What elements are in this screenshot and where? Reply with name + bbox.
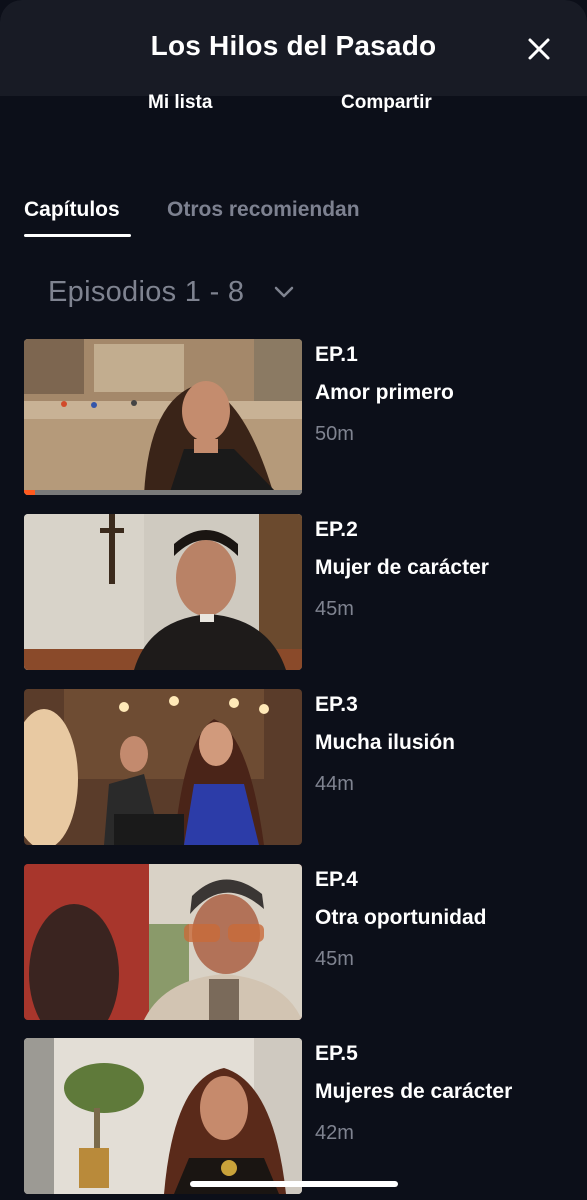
share-button[interactable]: Compartir: [341, 92, 432, 114]
episode-number: EP.5: [315, 1042, 358, 1065]
episode-item[interactable]: EP.2 Mujer de carácter 45m: [24, 514, 564, 670]
episode-duration: 50m: [315, 423, 354, 445]
sheet-header: Los Hilos del Pasado: [0, 0, 587, 96]
episode-thumbnail: [24, 1038, 302, 1194]
episode-range-label: Episodios 1 - 8: [48, 275, 245, 308]
episode-item[interactable]: EP.3 Mucha ilusión 44m: [24, 689, 564, 845]
episode-thumbnail: [24, 514, 302, 670]
episode-title: Mujeres de carácter: [315, 1080, 513, 1103]
episode-duration: 45m: [315, 948, 354, 970]
episode-number: EP.2: [315, 518, 358, 541]
episode-thumbnail: [24, 689, 302, 845]
episode-title: Mucha ilusión: [315, 731, 456, 754]
episode-duration: 44m: [315, 773, 354, 795]
tab-chapters[interactable]: Capítulos: [24, 198, 120, 222]
episode-title: Mujer de carácter: [315, 556, 489, 579]
episodes-sheet: Los Hilos del Pasado Mi lista Compartir …: [0, 0, 587, 1200]
action-row: Mi lista Compartir: [0, 92, 587, 122]
home-indicator: [190, 1181, 398, 1187]
episode-range-dropdown[interactable]: Episodios 1 - 8: [48, 270, 294, 314]
episode-thumbnail: [24, 339, 302, 495]
watch-progress-fill: [24, 490, 36, 495]
episode-item[interactable]: EP.5 Mujeres de carácter 42m: [24, 1038, 564, 1194]
episode-duration: 42m: [315, 1122, 354, 1144]
episode-duration: 45m: [315, 598, 354, 620]
show-title: Los Hilos del Pasado: [150, 30, 437, 61]
tab-recommendations[interactable]: Otros recomiendan: [167, 198, 360, 222]
episode-title: Amor primero: [315, 381, 454, 404]
my-list-button[interactable]: Mi lista: [148, 92, 212, 114]
episode-thumbnail: [24, 864, 302, 1020]
episode-item[interactable]: EP.4 Otra oportunidad 45m: [24, 864, 564, 1020]
episode-number: EP.4: [315, 868, 358, 891]
episode-number: EP.3: [315, 693, 358, 716]
close-icon[interactable]: [524, 34, 554, 64]
episode-number: EP.1: [315, 343, 358, 366]
episode-title: Otra oportunidad: [315, 906, 487, 929]
active-tab-indicator: [24, 234, 131, 237]
watch-progress-track: [24, 490, 302, 495]
chevron-down-icon: [275, 286, 294, 298]
episode-item[interactable]: EP.1 Amor primero 50m: [24, 339, 564, 495]
